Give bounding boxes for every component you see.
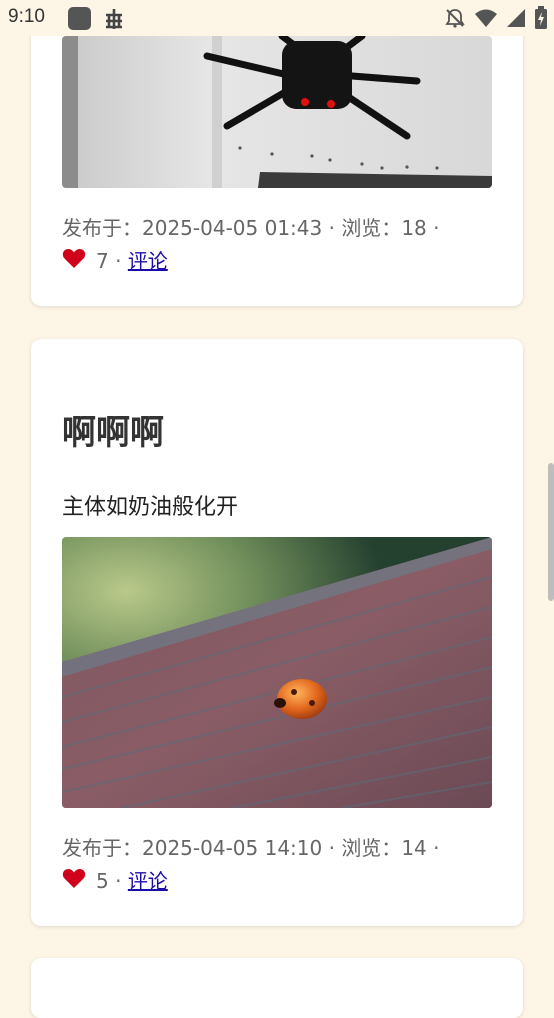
views-label: 浏览： [341, 216, 402, 240]
heart-icon[interactable] [62, 866, 86, 899]
battery-charging-icon [534, 6, 548, 30]
post-card: 啊啊啊 主体如奶油般化开 发布于：2025-04-05 14:10 · 浏览：1… [31, 339, 523, 926]
post-title: 啊啊啊 [62, 413, 164, 453]
post-body: 主体如奶油般化开 [62, 495, 239, 520]
post-image[interactable] [62, 36, 492, 188]
signal-icon [506, 8, 526, 28]
separator: · [433, 836, 440, 860]
scrollbar-thumb[interactable] [548, 463, 554, 601]
published-date: 2025-04-05 01:43 [142, 216, 323, 240]
status-time: 9:10 [8, 6, 45, 27]
view-count: 14 [401, 836, 427, 860]
status-icons [444, 6, 548, 30]
bug-icon [100, 5, 128, 33]
heart-icon[interactable] [62, 246, 86, 279]
post-meta: 发布于：2025-04-05 01:43 · 浏览：18 · 7 · 评论 [62, 212, 482, 279]
notifications-off-icon [444, 7, 466, 29]
status-bar: 9:10 [0, 0, 554, 36]
view-count: 18 [401, 216, 427, 240]
published-label: 发布于： [62, 836, 142, 860]
comment-link[interactable]: 评论 [128, 869, 168, 893]
post-image[interactable] [62, 537, 492, 808]
separator: · [328, 836, 335, 860]
comment-link[interactable]: 评论 [128, 249, 168, 273]
post-card: 发布于：2025-04-05 01:43 · 浏览：18 · 7 · 评论 [31, 0, 523, 306]
separator: · [115, 869, 122, 893]
separator: · [433, 216, 440, 240]
views-label: 浏览： [341, 836, 402, 860]
separator: · [115, 249, 122, 273]
like-count: 5 [96, 869, 109, 893]
post-meta: 发布于：2025-04-05 14:10 · 浏览：14 · 5 · 评论 [62, 832, 482, 899]
separator: · [328, 216, 335, 240]
published-date: 2025-04-05 14:10 [142, 836, 323, 860]
app-icon [68, 7, 91, 30]
published-label: 发布于： [62, 216, 142, 240]
post-card [31, 958, 523, 1018]
like-count: 7 [96, 249, 109, 273]
wifi-icon [474, 8, 498, 28]
